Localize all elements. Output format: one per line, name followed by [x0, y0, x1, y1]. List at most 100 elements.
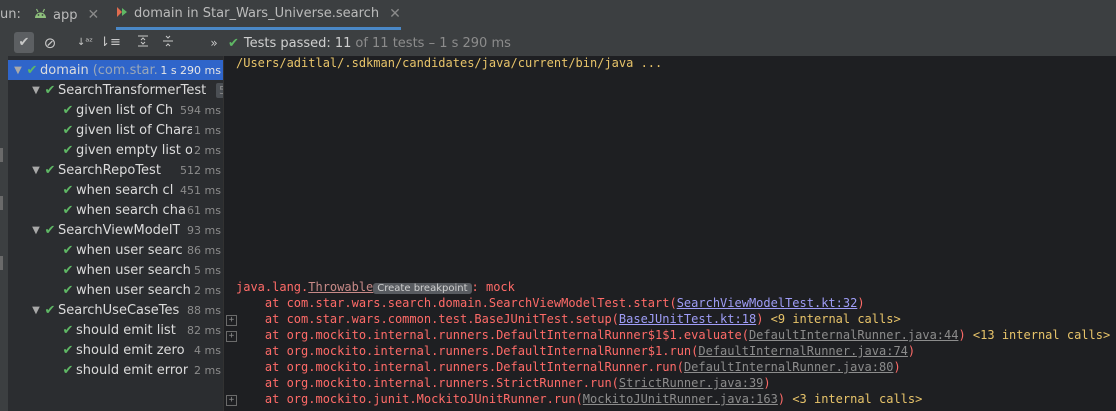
- check-icon: ✔: [18, 35, 30, 50]
- source-link[interactable]: SearchViewModelTest.kt:32: [677, 296, 858, 310]
- test-method-row[interactable]: ✔ given list of Ch 594 ms: [8, 100, 223, 120]
- expand-arrow-icon[interactable]: ▼: [12, 65, 24, 76]
- collapse-all-button[interactable]: [158, 32, 178, 53]
- test-duration: 2 ms: [192, 143, 221, 157]
- stack-frame-text: at com.star.wars.search.domain.SearchVie…: [236, 296, 677, 310]
- test-name: when user search: [76, 262, 191, 278]
- passed-check-icon: ✔: [44, 222, 56, 238]
- test-duration: 1 s 290 ms: [158, 63, 221, 77]
- create-breakpoint-button[interactable]: Create breakpoint: [373, 283, 472, 294]
- passed-check-icon: ✔: [62, 202, 74, 218]
- test-name: given list of Chara: [76, 122, 195, 138]
- tests-summary: of 11 tests – 1 s 290 ms: [355, 35, 511, 51]
- stack-frame-suffix: ): [777, 392, 793, 406]
- stack-frame-suffix: ): [857, 296, 865, 310]
- sort-by-duration-button[interactable]: ⇂≡: [99, 32, 121, 53]
- tab-domain[interactable]: domain in Star_Wars_Universe.search ✕: [116, 0, 401, 30]
- test-duration: 451 ms: [178, 183, 221, 197]
- chevron-double-right-icon: »: [210, 35, 218, 50]
- test-name: domain: [40, 62, 89, 78]
- test-method-row[interactable]: ✔ when search cl 451 ms: [8, 180, 223, 200]
- expand-arrow-icon[interactable]: ▼: [30, 85, 42, 96]
- test-duration: 88 ms: [185, 303, 221, 317]
- test-name: SearchViewModelT: [58, 222, 181, 238]
- ignored-icon: ⊘: [43, 33, 57, 52]
- test-class-row[interactable]: ▼ ✔ SearchRepoTest 512 ms: [8, 160, 223, 180]
- stack-trace-line: at org.mockito.internal.runners.StrictRu…: [236, 376, 771, 390]
- stack-frame-suffix: ): [907, 344, 916, 358]
- test-results-tree[interactable]: ▼ ✔ domain (com.star. 1 s 290 ms ▼ ✔ SearchTran…: [8, 56, 224, 411]
- test-name: when user searc: [76, 242, 183, 258]
- passed-check-icon: ✔: [44, 82, 56, 98]
- source-link[interactable]: DefaultInternalRunner.java:44: [749, 328, 959, 342]
- expand-arrow-icon[interactable]: ▼: [30, 165, 42, 176]
- close-icon[interactable]: ✕: [389, 6, 401, 22]
- test-class-row[interactable]: ▼✔SearchTransformerTest 597 ms: [8, 80, 223, 100]
- test-class-row[interactable]: ▼ ✔ SearchViewModelT 93 ms: [8, 220, 223, 240]
- internal-calls-fold[interactable]: <3 internal calls>: [792, 392, 922, 406]
- exception-message: : mock: [471, 280, 515, 294]
- tab-app[interactable]: app ✕: [34, 0, 99, 30]
- exception-class-link[interactable]: Throwable: [308, 280, 373, 294]
- source-link[interactable]: DefaultInternalRunner.java:80: [684, 360, 894, 374]
- show-ignored-toggle[interactable]: ⊘: [40, 32, 60, 53]
- kotlin-test-icon: [116, 6, 128, 22]
- test-duration: 2 ms: [192, 283, 221, 297]
- stack-frame-suffix: ): [756, 312, 771, 326]
- stack-frame-text: at org.mockito.internal.runners.DefaultI…: [236, 360, 684, 374]
- passed-check-icon: ✔: [62, 182, 74, 198]
- expand-arrow-icon[interactable]: ▼: [30, 305, 42, 316]
- run-tool-window-title: un:: [0, 7, 21, 22]
- test-method-row[interactable]: ✔ given empty list o2 ms: [8, 140, 223, 160]
- stack-frame-suffix: ): [958, 328, 973, 342]
- test-status: ✔ Tests passed: 11 of 11 tests – 1 s 290…: [228, 30, 511, 56]
- internal-calls-fold[interactable]: <13 internal calls>: [973, 328, 1110, 342]
- test-name: should emit zero: [76, 342, 185, 358]
- test-name: when search cha: [76, 202, 186, 218]
- strip-marker: [0, 196, 3, 210]
- test-method-row[interactable]: ✔ when user searc 86 ms: [8, 240, 223, 260]
- side-strip: [0, 56, 8, 411]
- test-method-row[interactable]: ✔ given list of Chara 1 ms: [8, 120, 223, 140]
- test-method-row[interactable]: ✔ should emit zero 4 ms: [8, 340, 223, 360]
- more-actions-button[interactable]: »: [204, 32, 224, 53]
- sort-alphabetically-button[interactable]: ↓ᵃᶻ: [75, 32, 95, 53]
- source-link[interactable]: MockitoJUnitRunner.java:163: [583, 392, 778, 406]
- stack-trace-line: at com.star.wars.search.domain.SearchVie…: [236, 296, 865, 310]
- test-name: given empty list o: [76, 142, 193, 158]
- expand-all-button[interactable]: [133, 32, 153, 53]
- test-duration: 2 ms: [192, 363, 221, 377]
- test-duration: 594 ms: [178, 103, 221, 117]
- stack-frame-text: at org.mockito.internal.runners.DefaultI…: [236, 344, 699, 358]
- passed-check-icon: ✔: [26, 62, 38, 78]
- test-name: should emit error: [76, 362, 189, 378]
- show-passed-toggle[interactable]: ✔: [14, 32, 34, 53]
- android-icon: [34, 8, 47, 23]
- test-package: (com.star.: [92, 62, 158, 78]
- test-method-row[interactable]: ✔ should emit error 2 ms: [8, 360, 223, 380]
- close-icon[interactable]: ✕: [87, 7, 99, 23]
- test-duration: 1 ms: [192, 123, 221, 137]
- test-name: should emit list: [76, 322, 176, 338]
- stack-frame-text: at org.mockito.junit.MockitoJUnitRunner.…: [236, 392, 583, 406]
- passed-check-icon: ✔: [62, 142, 74, 158]
- test-suite-row[interactable]: ▼ ✔ domain (com.star. 1 s 290 ms: [8, 60, 223, 80]
- test-method-row[interactable]: ✔ when search cha 61 ms: [8, 200, 223, 220]
- sort-duration-icon: ⇂≡: [99, 35, 121, 50]
- source-link[interactable]: BaseJUnitTest.kt:18: [619, 312, 756, 326]
- test-class-row[interactable]: ▼ ✔ SearchUseCaseTes 88 ms: [8, 300, 223, 320]
- test-method-row[interactable]: ✔ when user search 2 ms: [8, 280, 223, 300]
- source-link[interactable]: DefaultInternalRunner.java:74: [698, 344, 908, 358]
- internal-calls-fold[interactable]: <9 internal calls>: [771, 312, 901, 326]
- passed-check-icon: ✔: [62, 322, 74, 338]
- test-duration: 5 ms: [192, 263, 221, 277]
- passed-check-icon: ✔: [62, 242, 74, 258]
- expand-arrow-icon[interactable]: ▼: [30, 225, 42, 236]
- source-link[interactable]: StrictRunner.java:39: [619, 376, 764, 390]
- console-output[interactable]: /Users/aditlal/.sdkman/candidates/java/c…: [224, 56, 1116, 411]
- test-method-row[interactable]: ✔ should emit list 82 ms: [8, 320, 223, 340]
- strip-marker: [0, 148, 3, 162]
- test-duration: 82 ms: [185, 323, 221, 337]
- collapse-all-icon: [162, 35, 174, 51]
- test-method-row[interactable]: ✔ when user search 5 ms: [8, 260, 223, 280]
